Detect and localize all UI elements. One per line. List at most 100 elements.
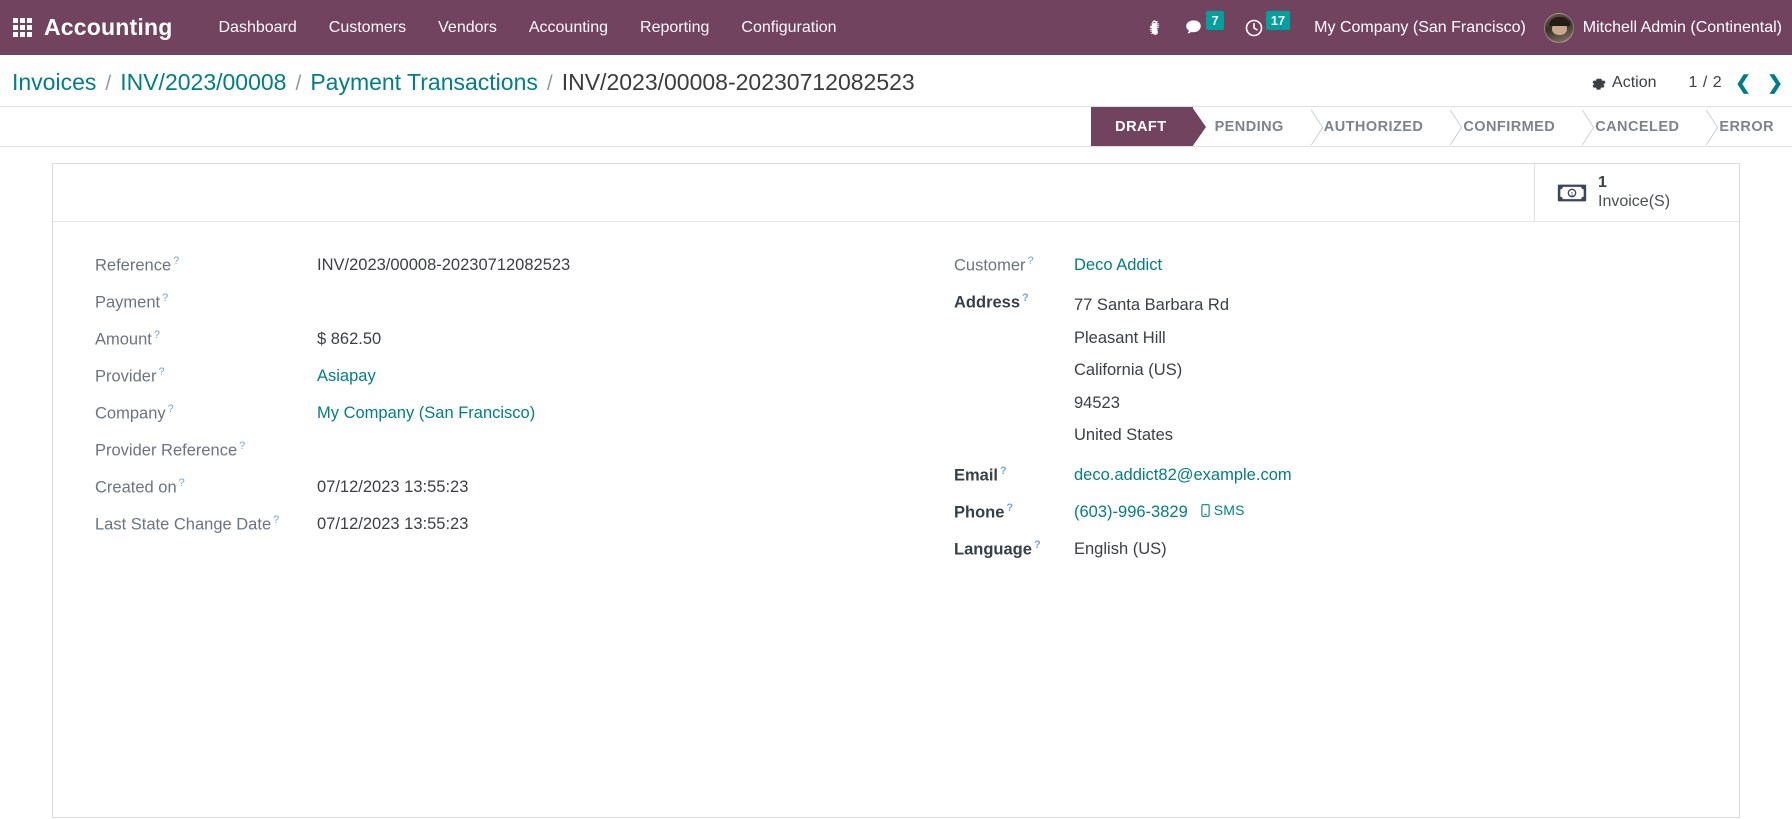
activities-menu[interactable]: 17	[1234, 0, 1300, 55]
menu-item-vendors[interactable]: Vendors	[422, 11, 513, 45]
menu-item-reporting[interactable]: Reporting	[624, 11, 725, 45]
record-pager: 1 / 2 ❮ ❯	[1689, 72, 1786, 95]
form-sheet-background: 1 1 Invoice(S) Reference? INV/2023/00008…	[0, 147, 1792, 818]
field-value-language[interactable]: English (US)	[1074, 536, 1167, 563]
menu-item-configuration[interactable]: Configuration	[725, 11, 852, 45]
tooltip-icon[interactable]: ?	[1022, 292, 1029, 304]
apps-grid-icon[interactable]	[0, 0, 44, 55]
tooltip-icon[interactable]: ?	[1006, 502, 1013, 514]
field-label-phone: Phone?	[954, 499, 1074, 526]
pager-value[interactable]: 1 / 2	[1689, 74, 1723, 92]
field-label-email: Email?	[954, 462, 1074, 489]
tooltip-icon[interactable]: ?	[239, 440, 245, 452]
tooltip-icon[interactable]: ?	[168, 403, 174, 415]
form-column-left: Reference? INV/2023/00008-20230712082523…	[53, 252, 896, 573]
messages-menu[interactable]: 7	[1173, 0, 1233, 55]
menu-item-dashboard[interactable]: Dashboard	[203, 11, 313, 45]
field-value-last-state-change-date[interactable]: 07/12/2023 13:55:23	[317, 511, 468, 538]
control-panel: Invoices / INV/2023/00008 / Payment Tran…	[0, 55, 1792, 107]
send-sms-label: SMS	[1213, 502, 1245, 518]
field-value-provider[interactable]: Asiapay	[317, 363, 376, 390]
form-body: Reference? INV/2023/00008-20230712082523…	[53, 222, 1739, 573]
breadcrumb: Invoices / INV/2023/00008 / Payment Tran…	[12, 69, 915, 96]
field-value-reference[interactable]: INV/2023/00008-20230712082523	[317, 252, 570, 279]
breadcrumb-item-current: INV/2023/00008-20230712082523	[561, 69, 915, 95]
breadcrumb-separator: /	[546, 72, 553, 95]
tooltip-icon[interactable]: ?	[173, 255, 179, 267]
field-email: Email? deco.addict82@example.com	[954, 462, 1739, 490]
field-value-phone-wrapper: (603)-996-3829 SMS	[1074, 499, 1245, 526]
status-stage-draft[interactable]: DRAFT	[1091, 107, 1207, 146]
field-reference: Reference? INV/2023/00008-20230712082523	[95, 252, 896, 280]
status-stage-error[interactable]: ERROR	[1697, 107, 1792, 146]
field-value-amount[interactable]: $ 862.50	[317, 326, 381, 353]
field-value-email[interactable]: deco.addict82@example.com	[1074, 462, 1292, 489]
user-menu[interactable]: Mitchell Admin (Continental)	[1540, 12, 1792, 43]
smart-button-label: Invoice(S)	[1598, 192, 1671, 210]
address-line: Pleasant Hill	[1074, 328, 1166, 347]
field-value-company[interactable]: My Company (San Francisco)	[317, 400, 535, 427]
clock-icon	[1245, 19, 1262, 36]
status-stage-authorized[interactable]: AUTHORIZED	[1301, 107, 1442, 146]
smart-button-box: 1 1 Invoice(S)	[53, 164, 1739, 222]
menu-item-accounting[interactable]: Accounting	[513, 11, 624, 45]
label-text: Provider	[95, 367, 157, 386]
field-value-phone[interactable]: (603)-996-3829	[1074, 499, 1188, 526]
send-sms-link[interactable]: SMS	[1201, 502, 1245, 518]
invoices-smart-button[interactable]: 1 1 Invoice(S)	[1534, 164, 1739, 221]
status-stage-confirmed[interactable]: CONFIRMED	[1441, 107, 1574, 146]
money-bill-icon: 1	[1557, 184, 1587, 201]
field-value-customer[interactable]: Deco Addict	[1074, 252, 1162, 279]
field-label-last-state-change-date: Last State Change Date?	[95, 511, 317, 538]
tooltip-icon[interactable]: ?	[158, 366, 164, 378]
tooltip-icon[interactable]: ?	[1034, 539, 1041, 551]
tooltip-icon[interactable]: ?	[179, 477, 185, 489]
company-switcher[interactable]: My Company (San Francisco)	[1300, 19, 1540, 37]
main-menu: Dashboard Customers Vendors Accounting R…	[203, 11, 853, 45]
label-text: Reference	[95, 256, 172, 275]
status-stage-pending[interactable]: PENDING	[1192, 107, 1302, 146]
messages-count-badge: 7	[1206, 11, 1224, 30]
tooltip-icon[interactable]: ?	[273, 514, 279, 526]
tooltip-icon[interactable]: ?	[154, 329, 160, 341]
field-phone: Phone? (603)-996-3829 SMS	[954, 499, 1739, 527]
breadcrumb-item-payment-transactions[interactable]: Payment Transactions	[310, 69, 538, 96]
tooltip-icon[interactable]: ?	[162, 292, 168, 304]
action-button-label: Action	[1612, 74, 1657, 91]
breadcrumb-item-invoices[interactable]: Invoices	[12, 69, 96, 96]
label-text: Payment	[95, 293, 161, 312]
form-column-right: Customer? Deco Addict Address? 77 Santa …	[896, 252, 1739, 573]
gear-icon	[1592, 78, 1606, 90]
app-brand-accounting[interactable]: Accounting	[44, 14, 173, 41]
field-label-customer: Customer?	[954, 252, 1074, 279]
action-button[interactable]: Action	[1581, 71, 1666, 95]
smart-button-value: 1	[1598, 174, 1607, 192]
tooltip-icon[interactable]: ?	[1000, 465, 1007, 477]
form-sheet: 1 1 Invoice(S) Reference? INV/2023/00008…	[52, 163, 1740, 818]
user-menu-label: Mitchell Admin (Continental)	[1582, 18, 1782, 36]
breadcrumb-item-invoice[interactable]: INV/2023/00008	[120, 69, 286, 96]
pager-next-icon[interactable]: ❯	[1764, 72, 1786, 95]
label-text: Phone	[954, 503, 1005, 521]
label-text: Address	[954, 293, 1021, 312]
menu-item-customers[interactable]: Customers	[313, 11, 422, 45]
apps-grid-glyph	[12, 18, 32, 37]
field-label-payment: Payment?	[95, 289, 317, 316]
pager-previous-icon[interactable]: ❮	[1732, 72, 1754, 95]
field-label-address: Address?	[954, 289, 1074, 316]
address-line: California (US)	[1074, 361, 1183, 379]
label-text: Customer	[954, 256, 1026, 275]
statusbar-stages: DRAFT PENDING AUTHORIZED CONFIRMED CANCE…	[1091, 107, 1792, 146]
field-value-address[interactable]: 77 Santa Barbara Rd Pleasant Hill Califo…	[1074, 289, 1229, 452]
tooltip-icon[interactable]: ?	[1028, 255, 1034, 267]
label-text: Email	[954, 466, 999, 484]
address-line: United States	[1074, 426, 1174, 444]
label-text: Provider Reference	[95, 441, 238, 460]
label-text: Last State Change Date	[95, 515, 272, 534]
field-value-created-on[interactable]: 07/12/2023 13:55:23	[317, 474, 468, 501]
status-stage-canceled[interactable]: CANCELED	[1573, 107, 1698, 146]
address-line: 77 Santa Barbara Rd	[1074, 296, 1230, 314]
smart-button-text: 1 Invoice(S)	[1598, 174, 1670, 211]
label-text: Amount	[95, 330, 152, 349]
bug-icon[interactable]	[1136, 0, 1173, 55]
